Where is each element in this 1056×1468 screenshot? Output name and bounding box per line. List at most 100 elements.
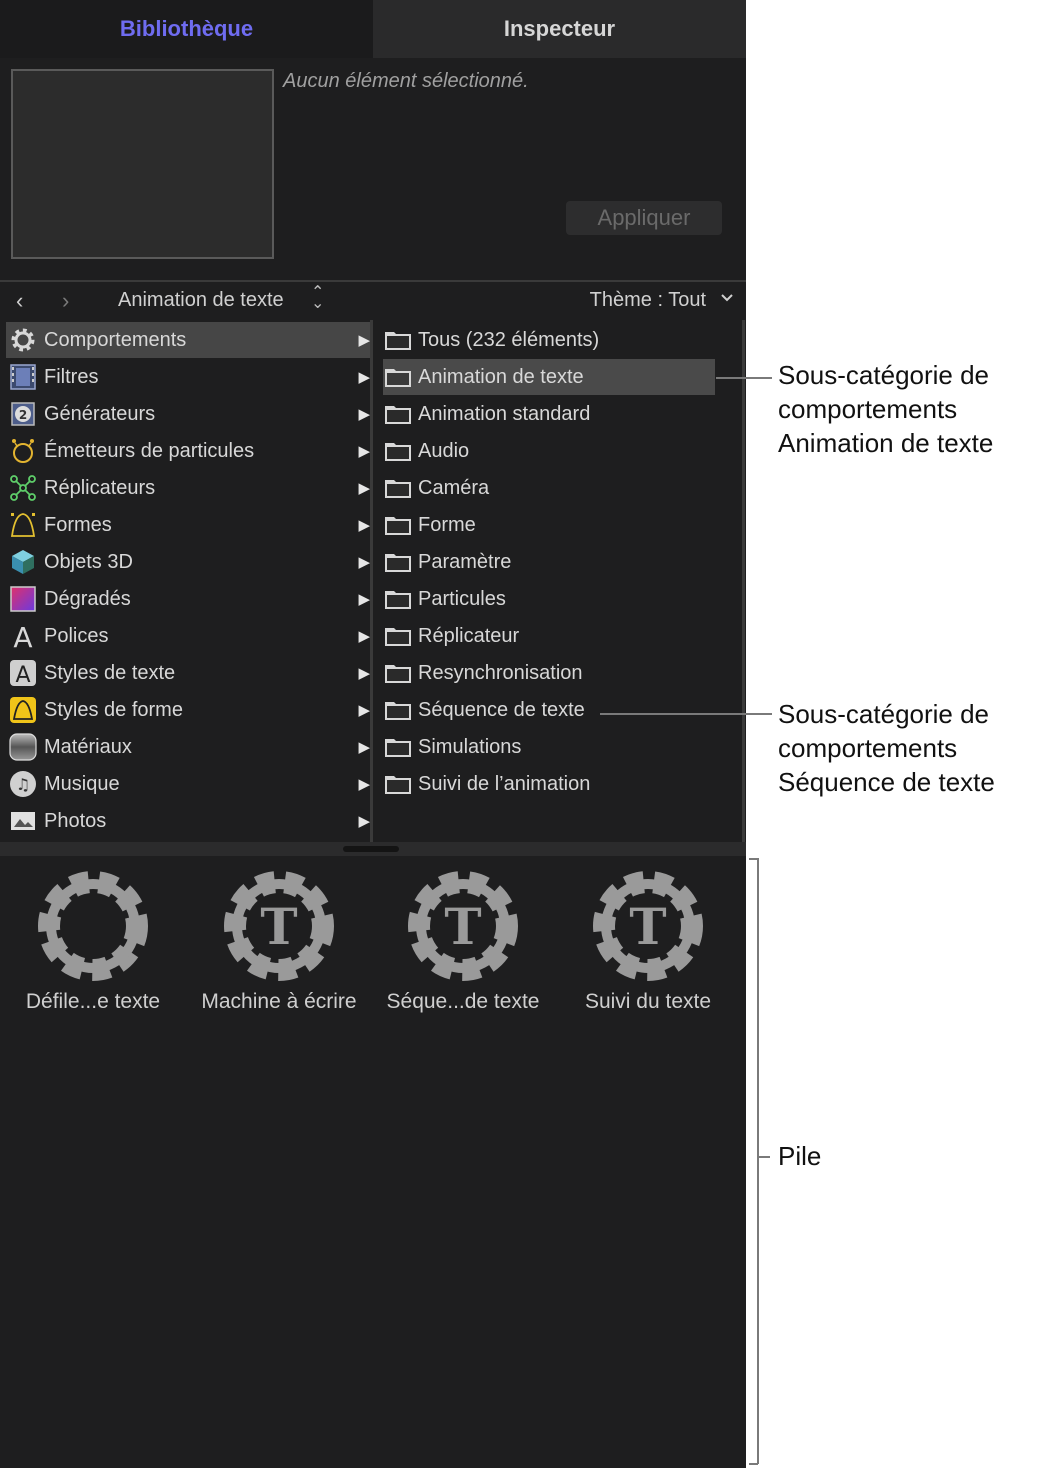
category-label: Objets 3D bbox=[44, 550, 133, 573]
category-item-shapes[interactable]: Formes ▶ bbox=[6, 507, 370, 543]
library-panel: Bibliothèque Inspecteur Aucun élément sé… bbox=[0, 0, 746, 1468]
apply-button[interactable]: Appliquer bbox=[566, 201, 722, 235]
disclosure-arrow-icon: ▶ bbox=[358, 443, 370, 460]
subcategory-list: Tous (232 éléments) Animation de texte A… bbox=[373, 320, 742, 842]
category-label: Photos bbox=[44, 809, 107, 832]
svg-text:A: A bbox=[15, 663, 30, 687]
folder-icon bbox=[385, 702, 411, 720]
callout-text-animation: Sous-catégorie de comportements Animatio… bbox=[778, 358, 993, 460]
category-item-behaviors[interactable]: Comportements ▶ bbox=[6, 322, 370, 358]
subcategory-item-text-sequence[interactable]: Séquence de texte bbox=[383, 692, 715, 728]
subcategory-item[interactable]: Forme bbox=[383, 507, 715, 543]
stack-splitter[interactable] bbox=[0, 842, 746, 856]
category-item-photos[interactable]: Photos ▶ bbox=[6, 803, 370, 839]
disclosure-arrow-icon: ▶ bbox=[358, 739, 370, 756]
folder-icon bbox=[385, 739, 411, 757]
column-edge bbox=[742, 320, 745, 842]
preview-area: Aucun élément sélectionné. Appliquer bbox=[0, 58, 746, 280]
shape-style-icon bbox=[8, 695, 38, 725]
category-label: Réplicateurs bbox=[44, 476, 156, 499]
text-behavior-gear-icon: T bbox=[224, 871, 334, 981]
callout-line-text: Sous-catégorie de bbox=[778, 699, 990, 729]
category-label: Musique bbox=[44, 772, 120, 795]
category-item-gradients[interactable]: Dégradés ▶ bbox=[6, 581, 370, 617]
folder-icon bbox=[385, 332, 411, 350]
subcategory-item[interactable]: Audio bbox=[383, 433, 715, 469]
stack-bracket bbox=[757, 858, 759, 1464]
subcategory-item[interactable]: Simulations bbox=[383, 729, 715, 765]
subcategory-item[interactable]: Réplicateur bbox=[383, 618, 715, 654]
disclosure-arrow-icon: ▶ bbox=[358, 369, 370, 386]
bracket-end bbox=[749, 1463, 758, 1465]
gear-icon bbox=[38, 871, 148, 981]
browser-nav-bar: ‹ › Animation de texte ⌃ ⌄ Thème : Tout bbox=[0, 282, 746, 320]
subcategory-label: Animation de texte bbox=[418, 365, 584, 388]
callout-line-text: Sous-catégorie de bbox=[778, 360, 990, 390]
back-arrow-icon[interactable]: ‹ bbox=[16, 288, 23, 314]
subcategory-item[interactable]: Caméra bbox=[383, 470, 715, 506]
drag-handle-icon[interactable] bbox=[343, 846, 399, 852]
category-item-text-styles[interactable]: A Styles de texte ▶ bbox=[6, 655, 370, 691]
category-label: Formes bbox=[44, 513, 112, 536]
disclosure-arrow-icon: ▶ bbox=[358, 665, 370, 682]
category-popup[interactable]: Animation de texte bbox=[118, 289, 284, 312]
svg-text:A: A bbox=[13, 622, 32, 650]
disclosure-arrow-icon: ▶ bbox=[358, 554, 370, 571]
stack-item[interactable]: T Machine à écrire bbox=[186, 870, 372, 1014]
category-item-filters[interactable]: Filtres ▶ bbox=[6, 359, 370, 395]
subcategory-label: Caméra bbox=[418, 476, 490, 499]
film-icon bbox=[8, 362, 38, 392]
subcategory-item[interactable]: Particules bbox=[383, 581, 715, 617]
category-label: Émetteurs de particules bbox=[44, 439, 255, 462]
disclosure-arrow-icon: ▶ bbox=[358, 480, 370, 497]
category-label: Dégradés bbox=[44, 587, 131, 610]
disclosure-arrow-icon: ▶ bbox=[358, 702, 370, 719]
category-item-shape-styles[interactable]: Styles de forme ▶ bbox=[6, 692, 370, 728]
chevron-down-icon[interactable] bbox=[720, 287, 734, 307]
subcategory-label: Simulations bbox=[418, 735, 522, 758]
subcategory-item-text-animation[interactable]: Animation de texte bbox=[383, 359, 715, 395]
generator-icon: 2 bbox=[8, 399, 38, 429]
stack-item[interactable]: T Séque...de texte bbox=[370, 870, 556, 1014]
category-item-music[interactable]: ♫ Musique ▶ bbox=[6, 766, 370, 802]
subcategory-label: Paramètre bbox=[418, 550, 512, 573]
bracket-end bbox=[749, 858, 758, 860]
disclosure-arrow-icon: ▶ bbox=[358, 628, 370, 645]
folder-icon bbox=[385, 480, 411, 498]
subcategory-label: Resynchronisation bbox=[418, 661, 583, 684]
stack-item[interactable]: T Suivi du texte bbox=[555, 870, 741, 1014]
folder-icon bbox=[385, 369, 411, 387]
category-item-emitters[interactable]: Émetteurs de particules ▶ bbox=[6, 433, 370, 469]
category-item-replicators[interactable]: Réplicateurs ▶ bbox=[6, 470, 370, 506]
category-item-materials[interactable]: Matériaux ▶ bbox=[6, 729, 370, 765]
subcategory-item[interactable]: Tous (232 éléments) bbox=[383, 322, 715, 358]
subcategory-label: Animation standard bbox=[418, 402, 591, 425]
disclosure-arrow-icon: ▶ bbox=[358, 332, 370, 349]
updown-chevron-icon[interactable]: ⌃ ⌄ bbox=[311, 285, 324, 312]
callout-line-text: comportements bbox=[778, 394, 958, 424]
callout-stack: Pile bbox=[778, 1141, 822, 1171]
subcategory-label: Forme bbox=[418, 513, 476, 536]
t-glyph: T bbox=[629, 897, 666, 956]
folder-icon bbox=[385, 554, 411, 572]
disclosure-arrow-icon: ▶ bbox=[358, 591, 370, 608]
theme-popup[interactable]: Thème : Tout bbox=[590, 289, 706, 312]
category-label: Styles de forme bbox=[44, 698, 183, 721]
tab-bar: Bibliothèque Inspecteur bbox=[0, 0, 746, 58]
bracket-tick bbox=[758, 1156, 770, 1158]
subcategory-item[interactable]: Resynchronisation bbox=[383, 655, 715, 691]
subcategory-label: Audio bbox=[418, 439, 470, 462]
folder-icon bbox=[385, 665, 411, 683]
font-icon: A bbox=[8, 621, 38, 651]
forward-arrow-icon[interactable]: › bbox=[62, 288, 69, 314]
subcategory-item[interactable]: Suivi de l’animation bbox=[383, 766, 715, 802]
subcategory-item[interactable]: Paramètre bbox=[383, 544, 715, 580]
tab-inspector[interactable]: Inspecteur bbox=[373, 0, 746, 58]
stack-item[interactable]: Défile...e texte bbox=[0, 870, 186, 1014]
category-item-3d-objects[interactable]: Objets 3D ▶ bbox=[6, 544, 370, 580]
disclosure-arrow-icon: ▶ bbox=[358, 776, 370, 793]
tab-library[interactable]: Bibliothèque bbox=[0, 0, 373, 58]
category-item-fonts[interactable]: A Polices ▶ bbox=[6, 618, 370, 654]
category-item-generators[interactable]: 2 Générateurs ▶ bbox=[6, 396, 370, 432]
subcategory-item[interactable]: Animation standard bbox=[383, 396, 715, 432]
